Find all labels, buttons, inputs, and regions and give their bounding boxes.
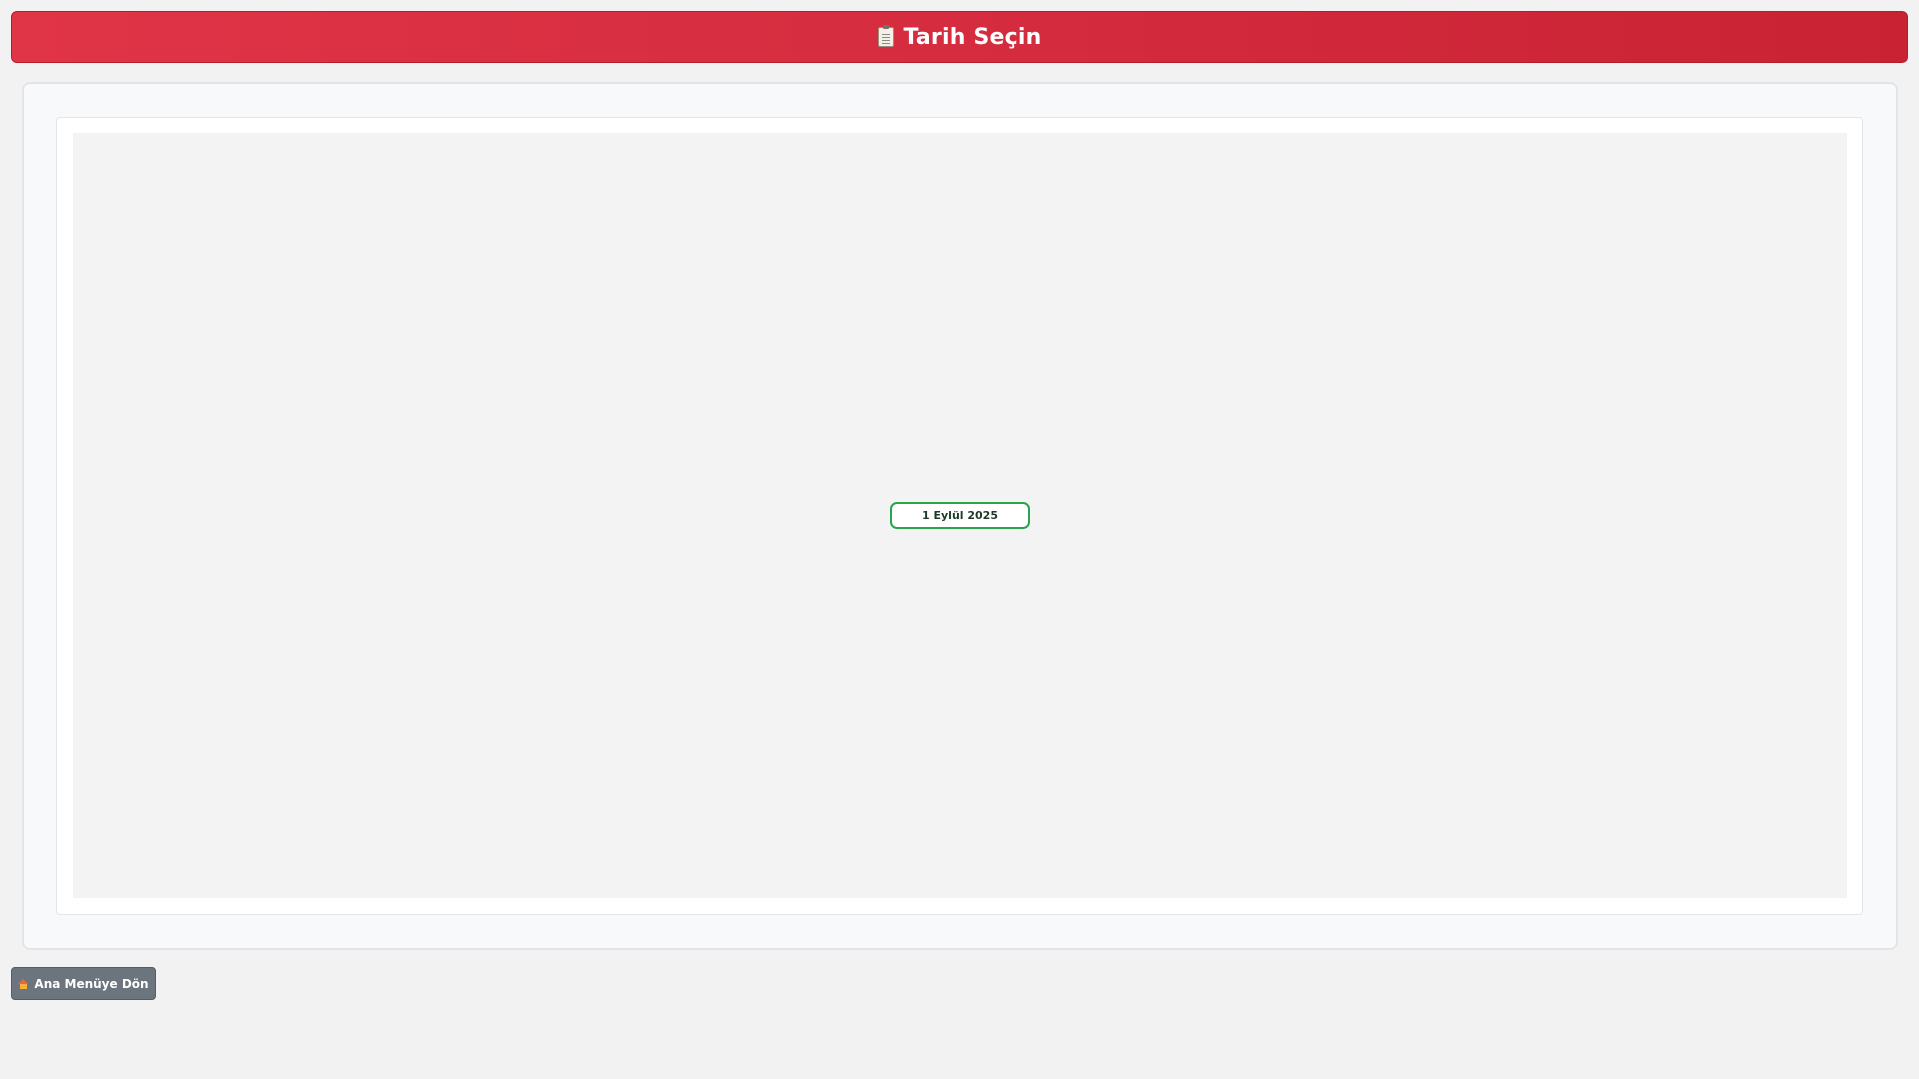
back-button-label: Ana Menüye Dön [34,976,149,991]
back-to-main-menu-button[interactable]: Ana Menüye Dön [11,967,156,1000]
page-header: Tarih Seçin [11,11,1908,63]
house-icon [18,978,29,989]
date-option-button[interactable]: 1 Eylül 2025 [890,502,1030,529]
header-title-group: Tarih Seçin [877,24,1042,50]
clipboard-icon [877,25,894,47]
page-title: Tarih Seçin [903,24,1042,50]
